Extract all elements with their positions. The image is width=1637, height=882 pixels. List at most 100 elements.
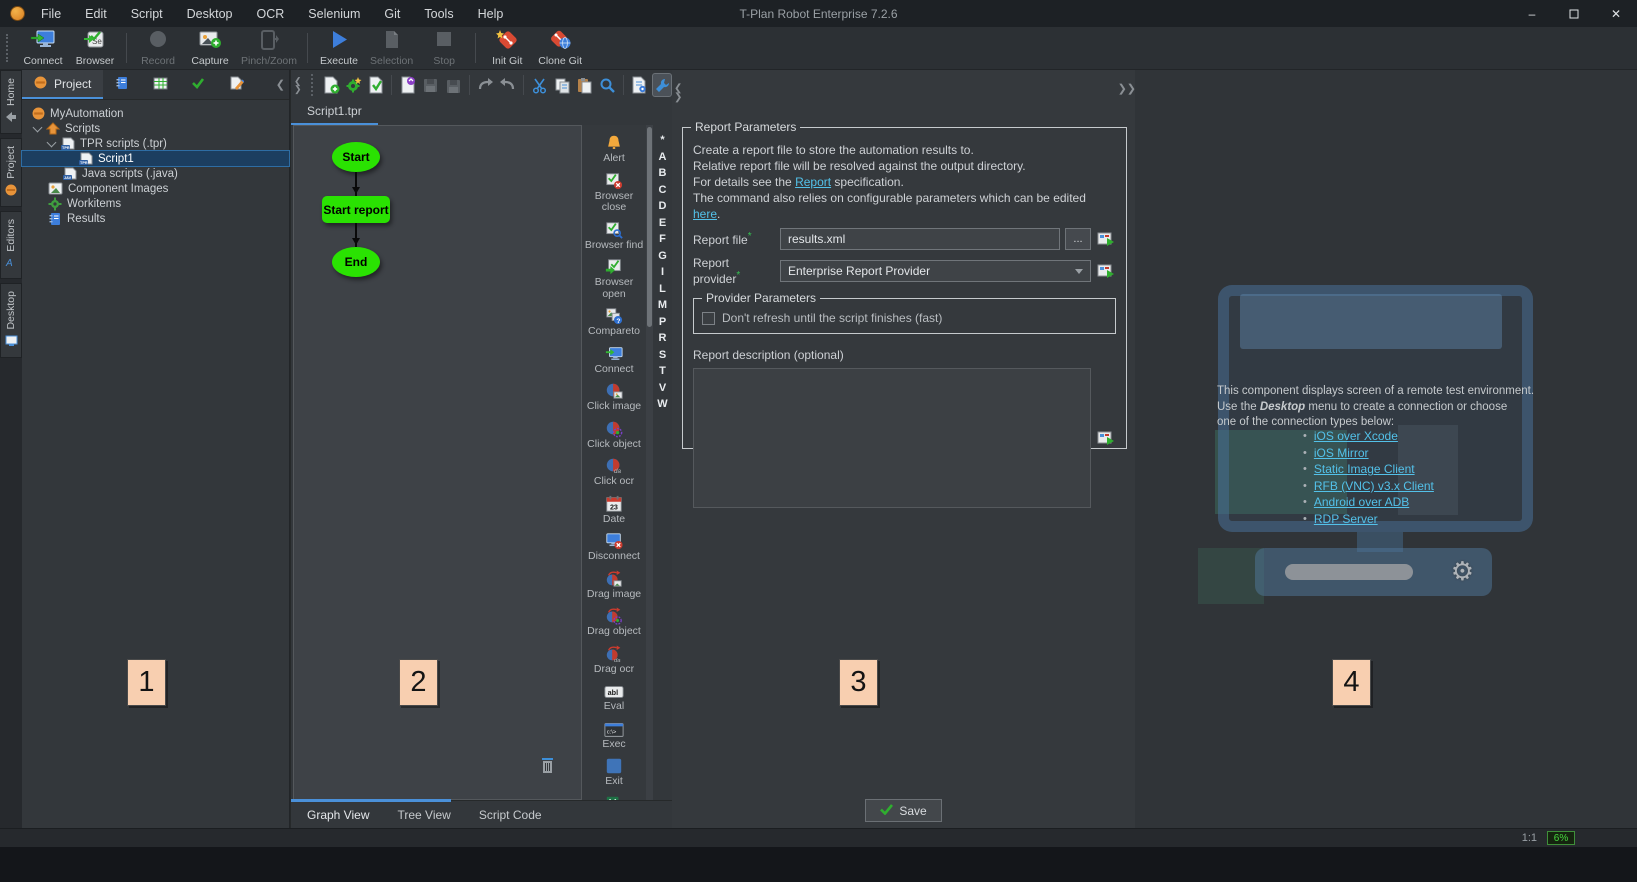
browse-button[interactable]: ... [1065, 228, 1091, 250]
splitter-expand-icon[interactable]: ❯❯ [1118, 82, 1136, 95]
tab-validate[interactable] [179, 70, 217, 99]
palette-index-letter[interactable]: W [657, 397, 667, 411]
palette-item-compareto[interactable]: ? Compareto [583, 306, 645, 338]
palette-item-click-image[interactable]: Click image [583, 381, 645, 413]
palette-item-exec[interactable]: c:\> Exec [583, 719, 645, 751]
splitter-collapse-icons[interactable]: ❮❯ [294, 77, 302, 93]
screenshot-icon-button[interactable] [1096, 262, 1116, 280]
palette-index-letter[interactable]: F [659, 232, 666, 246]
tree-item-results[interactable]: Results [22, 211, 289, 226]
palette-index-letter[interactable]: R [659, 331, 667, 345]
palette-index-letter[interactable]: G [658, 249, 667, 263]
screenshot-icon-button[interactable] [1096, 230, 1116, 248]
tree-item-java-scripts[interactable]: JAV Java scripts (.java) [22, 166, 289, 181]
graph-node-start-report[interactable]: Start report [322, 196, 390, 223]
paste-button[interactable] [575, 73, 594, 97]
connection-link[interactable]: iOS Mirror [1314, 446, 1369, 460]
connection-link[interactable]: Static Image Client [1314, 462, 1415, 476]
capture-button[interactable]: Capture [184, 28, 236, 69]
tab-schedule[interactable] [103, 70, 141, 99]
palette-index-letter[interactable]: T [659, 364, 666, 378]
new-wizard-button[interactable] [344, 73, 363, 97]
menu-item[interactable]: OCR [257, 7, 285, 21]
palette-index-letter[interactable]: C [659, 183, 667, 197]
palette-index-letter[interactable]: B [659, 166, 667, 180]
editor-toolbar-grip[interactable] [311, 74, 315, 96]
palette-item-connect[interactable]: Connect [583, 344, 645, 376]
menu-item[interactable]: Git [384, 7, 400, 21]
palette-item-alert[interactable]: Alert [583, 133, 645, 165]
script-properties-button[interactable] [630, 73, 649, 97]
palette-index-letter[interactable]: P [659, 315, 666, 329]
tab-graph-view[interactable]: Graph View [307, 808, 369, 822]
init-git-button[interactable]: Init Git [481, 28, 533, 69]
tree-item-tpr-scripts[interactable]: TPR TPR scripts (.tpr) [22, 136, 289, 151]
menu-item[interactable]: Edit [85, 7, 107, 21]
palette-index-letter[interactable]: E [659, 216, 666, 230]
report-description-textarea[interactable] [693, 368, 1091, 508]
tree-item-component-images[interactable]: Component Images [22, 181, 289, 196]
menu-item[interactable]: Script [131, 7, 163, 21]
menu-item[interactable]: Tools [424, 7, 453, 21]
palette-item-drag-object[interactable]: Drag object [583, 606, 645, 638]
tab-tree-view[interactable]: Tree View [397, 808, 450, 822]
connection-link[interactable]: RFB (VNC) v3.x Client [1314, 479, 1434, 493]
trash-icon[interactable] [540, 757, 555, 777]
palette-scrollbar[interactable] [646, 125, 653, 800]
cut-button[interactable] [530, 73, 549, 97]
palette-item-eval[interactable]: abl Eval [583, 681, 645, 713]
tab-project[interactable]: Project [22, 70, 103, 99]
tab-table[interactable] [141, 70, 179, 99]
connection-link[interactable]: RDP Server [1314, 512, 1378, 526]
palette-index-letter[interactable]: * [660, 133, 664, 147]
new-script-button[interactable] [321, 73, 340, 97]
edit-params-link[interactable]: here [693, 207, 717, 221]
tree-item-workitems[interactable]: Workitems [22, 196, 289, 211]
clone-git-button[interactable]: Clone Git [533, 28, 587, 69]
screenshot-icon-button[interactable] [1096, 429, 1116, 447]
minimize-button[interactable]: – [1511, 0, 1553, 27]
palette-index-letter[interactable]: A [659, 150, 667, 164]
graph-node-start[interactable]: Start [332, 142, 380, 172]
palette-item-drag-ocr[interactable]: da Drag ocr [583, 644, 645, 676]
palette-item-browser-close[interactable]: Browser close [583, 171, 645, 214]
toolbar-grip[interactable] [6, 34, 11, 62]
report-provider-select[interactable]: Enterprise Report Provider [780, 260, 1091, 282]
browser-button[interactable]: Se Browser [69, 28, 121, 69]
maximize-button[interactable] [1553, 0, 1595, 27]
tree-item-myautomation[interactable]: MyAutomation [22, 106, 289, 121]
connection-link[interactable]: iOS over Xcode [1314, 429, 1398, 443]
side-tab-project[interactable]: Project [0, 138, 22, 207]
palette-item-exit[interactable]: Exit [583, 756, 645, 788]
scrollbar-thumb[interactable] [647, 127, 652, 327]
find-button[interactable] [597, 73, 616, 97]
palette-item-browser-find[interactable]: Browser find [583, 220, 645, 252]
execute-button[interactable]: Execute [313, 28, 365, 69]
graph-node-end[interactable]: End [332, 247, 380, 277]
palette-item-browser-open[interactable]: Browser open [583, 257, 645, 300]
menu-item[interactable]: Help [478, 7, 504, 21]
tab-edit[interactable] [217, 70, 255, 99]
save-button[interactable]: Save [865, 799, 941, 822]
palette-index-letter[interactable]: V [659, 381, 666, 395]
expander-icon[interactable] [47, 137, 57, 147]
close-button[interactable]: ✕ [1595, 0, 1637, 27]
report-file-input[interactable]: results.xml [780, 228, 1060, 250]
settings-wrench-button[interactable] [652, 73, 672, 97]
palette-item-click-ocr[interactable]: da Click ocr [583, 456, 645, 488]
palette-index-letter[interactable]: M [658, 298, 667, 312]
open-script-button[interactable] [398, 73, 417, 97]
palette-index-letter[interactable]: I [661, 265, 664, 279]
expander-icon[interactable] [33, 122, 43, 132]
tab-script1-tpr[interactable]: Script1.tpr [291, 100, 378, 125]
dont-refresh-checkbox[interactable] [702, 312, 715, 325]
palette-item-drag-image[interactable]: Drag image [583, 569, 645, 601]
report-spec-link[interactable]: Report [795, 175, 831, 189]
palette-item-date[interactable]: 23 Date [583, 494, 645, 526]
palette-index-letter[interactable]: S [659, 348, 666, 362]
menu-item[interactable]: Desktop [187, 7, 233, 21]
tree-item-scripts[interactable]: Scripts [22, 121, 289, 136]
palette-item-disconnect[interactable]: Disconnect [583, 531, 645, 563]
palette-index-letter[interactable]: L [659, 282, 666, 296]
tree-item-script1[interactable]: TPR Script1 [22, 151, 289, 166]
